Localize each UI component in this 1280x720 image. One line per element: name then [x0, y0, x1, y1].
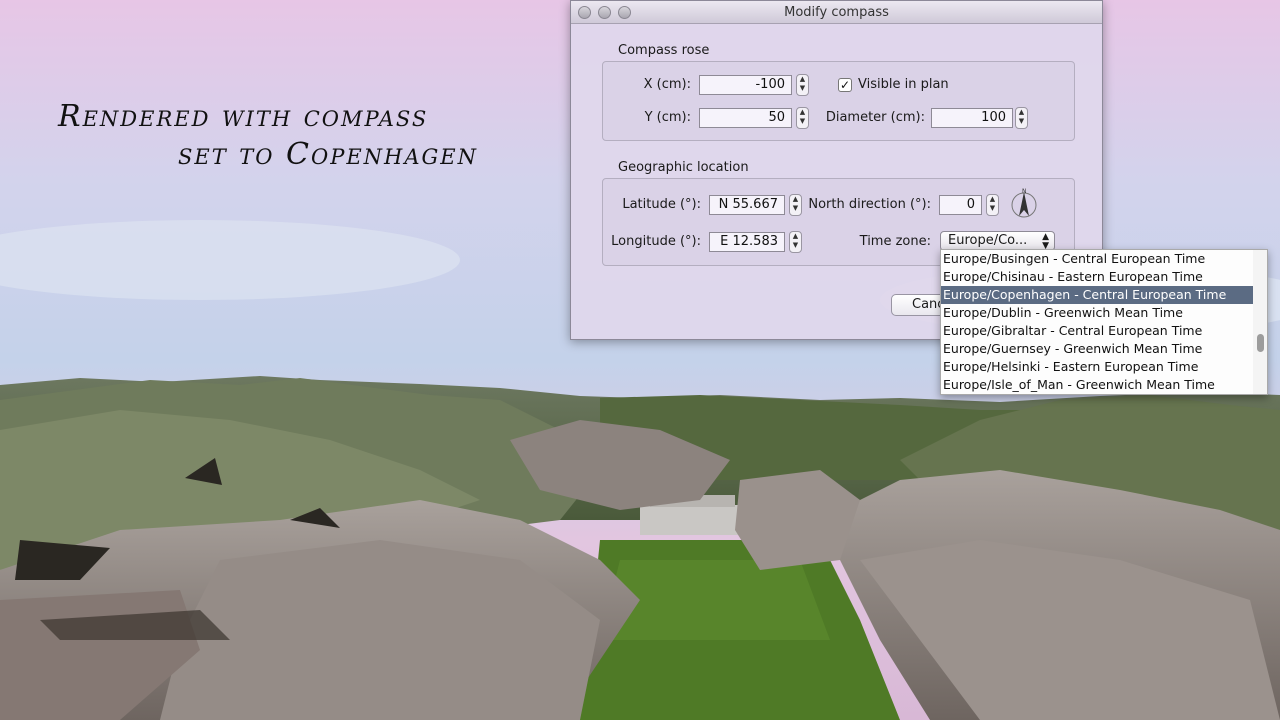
- diameter-stepper[interactable]: ▲ ▼: [1015, 107, 1028, 129]
- stepper-icon: ▲ ▼: [799, 108, 806, 125]
- x-stepper[interactable]: ▲ ▼: [796, 74, 809, 96]
- time-zone-option[interactable]: Europe/Dublin - Greenwich Mean Time: [941, 304, 1267, 322]
- x-field[interactable]: -100: [699, 75, 792, 95]
- time-zone-option[interactable]: Europe/Busingen - Central European Time: [941, 250, 1267, 268]
- latitude-stepper[interactable]: ▲ ▼: [789, 194, 802, 216]
- caption-line-2: set to Copenhagen: [178, 137, 478, 172]
- dropdown-scrollbar[interactable]: [1253, 250, 1267, 394]
- time-zone-option[interactable]: Europe/Guernsey - Greenwich Mean Time: [941, 340, 1267, 358]
- north-direction-stepper[interactable]: ▲ ▼: [986, 194, 999, 216]
- y-stepper[interactable]: ▲ ▼: [796, 107, 809, 129]
- visible-in-plan-checkbox[interactable]: ✓: [838, 78, 852, 92]
- checkbox-check-icon: ✓: [839, 78, 851, 92]
- dialog-title: Modify compass: [784, 5, 889, 20]
- stepper-icon: ▲ ▼: [799, 75, 806, 92]
- geographic-location-label: Geographic location: [618, 160, 749, 175]
- time-zone-option[interactable]: Europe/Chisinau - Eastern European Time: [941, 268, 1267, 286]
- stepper-icon: ▲ ▼: [792, 195, 799, 212]
- north-direction-label: North direction (°):: [808, 197, 931, 212]
- stepper-icon: ▲ ▼: [792, 232, 799, 249]
- caption-line-1: Rendered with compass: [58, 99, 429, 134]
- x-label: X (cm):: [643, 77, 691, 92]
- latitude-field[interactable]: N 55.667: [709, 195, 785, 215]
- y-label: Y (cm):: [644, 110, 691, 125]
- time-zone-value: Europe/Co...: [948, 233, 1028, 248]
- dropdown-scroll-thumb[interactable]: [1257, 334, 1264, 352]
- compass-needle-icon: N: [1011, 188, 1037, 218]
- longitude-label: Longitude (°):: [611, 234, 701, 249]
- dialog-titlebar: Modify compass: [571, 1, 1102, 24]
- compass-rose-label: Compass rose: [618, 43, 710, 58]
- time-zone-label: Time zone:: [859, 234, 931, 249]
- north-direction-field[interactable]: 0: [939, 195, 982, 215]
- latitude-label: Latitude (°):: [622, 197, 701, 212]
- time-zone-option[interactable]: Europe/Gibraltar - Central European Time: [941, 322, 1267, 340]
- diameter-field[interactable]: 100: [931, 108, 1013, 128]
- visible-in-plan-label: Visible in plan: [858, 77, 949, 92]
- time-zone-option-selected[interactable]: Europe/Copenhagen - Central European Tim…: [941, 286, 1267, 304]
- time-zone-option[interactable]: Europe/Helsinki - Eastern European Time: [941, 358, 1267, 376]
- diameter-label: Diameter (cm):: [825, 110, 925, 125]
- longitude-stepper[interactable]: ▲ ▼: [789, 231, 802, 253]
- time-zone-option[interactable]: Europe/Isle_of_Man - Greenwich Mean Time: [941, 376, 1267, 394]
- video-caption: Rendered with compass set to Copenhagen: [58, 98, 478, 174]
- time-zone-popup[interactable]: Europe/Co... ▲ ▼: [940, 231, 1055, 251]
- svg-text:N: N: [1022, 188, 1027, 195]
- stepper-icon: ▲ ▼: [989, 195, 996, 212]
- time-zone-dropdown-list[interactable]: Europe/Busingen - Central European Time …: [940, 249, 1268, 395]
- compass-rose-group: [602, 61, 1075, 141]
- longitude-field[interactable]: E 12.583: [709, 232, 785, 252]
- stepper-icon: ▲ ▼: [1018, 108, 1025, 125]
- y-field[interactable]: 50: [699, 108, 792, 128]
